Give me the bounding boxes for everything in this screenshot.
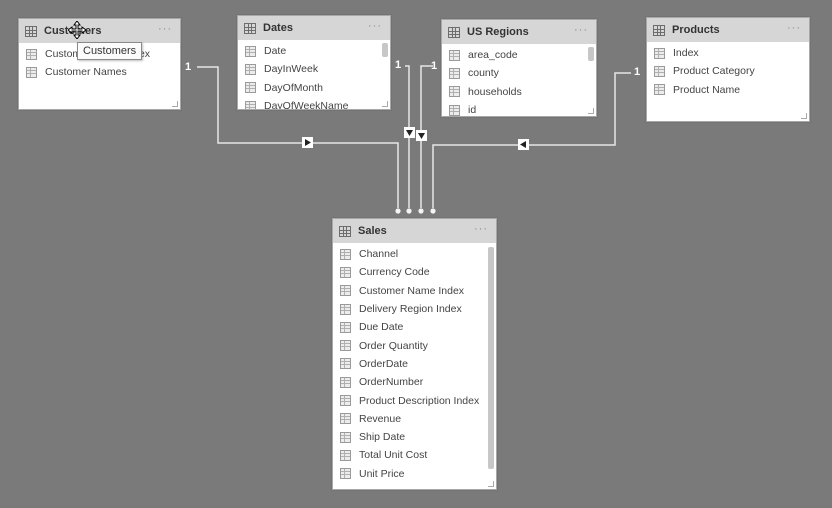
field-item[interactable]: Ship Date <box>333 428 496 446</box>
many-endpoint-dates <box>406 208 412 214</box>
table-icon <box>448 26 460 38</box>
many-endpoint-customers <box>395 208 401 214</box>
table-header[interactable]: Sales ··· <box>333 219 496 243</box>
more-options-button[interactable]: ··· <box>158 23 172 35</box>
column-icon <box>449 67 460 79</box>
table-card-us-regions[interactable]: US Regions ··· area_code county househol… <box>441 19 597 117</box>
resize-handle[interactable] <box>382 101 388 107</box>
column-icon <box>26 66 37 78</box>
field-item[interactable]: Date <box>238 42 390 60</box>
cardinality-one-label: 1 <box>634 66 641 78</box>
column-icon <box>340 395 351 407</box>
column-icon <box>449 49 460 61</box>
field-item[interactable]: Delivery Region Index <box>333 300 496 318</box>
table-card-dates[interactable]: Dates ··· Date DayInWeek DayOfMonth DayO… <box>237 15 391 110</box>
cardinality-one-label: 1 <box>431 60 438 72</box>
column-icon <box>449 86 460 98</box>
table-icon <box>653 24 665 36</box>
table-card-customers[interactable]: Customers ··· Customer Name Index Custom… <box>18 18 181 110</box>
column-icon <box>654 65 665 77</box>
scrollbar[interactable] <box>382 43 388 57</box>
more-options-button[interactable]: ··· <box>474 223 488 235</box>
field-item[interactable]: Unit Price <box>333 465 496 483</box>
filter-direction-down-icon <box>416 130 427 141</box>
field-item[interactable]: Product Name <box>647 81 809 99</box>
field-item[interactable]: Channel <box>333 245 496 263</box>
field-item[interactable]: county <box>442 64 596 82</box>
table-card-sales[interactable]: Sales ··· Channel Currency Code Customer… <box>332 218 497 490</box>
field-item[interactable]: Customer Names <box>19 63 180 81</box>
field-item[interactable]: OrderDate <box>333 355 496 373</box>
column-icon <box>340 303 351 315</box>
cardinality-one-label: 1 <box>395 59 402 71</box>
field-item[interactable]: DayOfMonth <box>238 79 390 97</box>
many-endpoint-usregions <box>418 208 424 214</box>
column-icon <box>340 266 351 278</box>
column-icon <box>26 48 37 60</box>
resize-handle[interactable] <box>588 108 594 114</box>
field-item[interactable]: Order Quantity <box>333 336 496 354</box>
more-options-button[interactable]: ··· <box>368 20 382 32</box>
field-item[interactable]: Total Unit Cost <box>333 446 496 464</box>
column-icon <box>340 413 351 425</box>
column-icon <box>654 47 665 59</box>
table-icon <box>244 22 256 34</box>
table-icon <box>25 25 37 37</box>
column-icon <box>449 104 460 116</box>
table-header[interactable]: US Regions ··· <box>442 20 596 44</box>
field-item[interactable]: id <box>442 101 596 116</box>
table-title: Dates <box>263 22 293 34</box>
field-item[interactable]: area_code <box>442 46 596 64</box>
column-icon <box>340 340 351 352</box>
column-icon <box>340 431 351 443</box>
column-icon <box>245 63 256 75</box>
more-options-button[interactable]: ··· <box>787 22 801 34</box>
field-item[interactable]: Index <box>647 44 809 62</box>
column-icon <box>654 84 665 96</box>
column-icon <box>340 248 351 260</box>
field-item[interactable]: Currency Code <box>333 263 496 281</box>
table-title: US Regions <box>467 26 529 38</box>
filter-direction-left-icon <box>518 139 529 150</box>
field-item[interactable]: Due Date <box>333 318 496 336</box>
scrollbar[interactable] <box>588 47 594 61</box>
column-icon <box>340 358 351 370</box>
column-icon <box>340 376 351 388</box>
filter-direction-right-icon <box>302 137 313 148</box>
resize-handle[interactable] <box>172 101 178 107</box>
table-title: Products <box>672 24 720 36</box>
filter-direction-down-icon <box>404 127 415 138</box>
column-icon <box>245 45 256 57</box>
column-icon <box>340 468 351 480</box>
column-icon <box>245 100 256 109</box>
field-item[interactable]: DayInWeek <box>238 60 390 78</box>
column-icon <box>245 82 256 94</box>
resize-handle[interactable] <box>801 113 807 119</box>
resize-handle[interactable] <box>488 481 494 487</box>
column-icon <box>340 321 351 333</box>
field-item[interactable]: Revenue <box>333 410 496 428</box>
many-endpoint-products <box>430 208 436 214</box>
table-card-products[interactable]: Products ··· Index Product Category Prod… <box>646 17 810 122</box>
table-header[interactable]: Dates ··· <box>238 16 390 40</box>
table-icon <box>339 225 351 237</box>
more-options-button[interactable]: ··· <box>574 24 588 36</box>
column-icon <box>340 285 351 297</box>
table-tooltip: Customers <box>77 42 143 60</box>
field-item[interactable]: OrderNumber <box>333 373 496 391</box>
table-header[interactable]: Products ··· <box>647 18 809 42</box>
table-header[interactable]: Customers ··· <box>19 19 180 43</box>
field-item[interactable]: DayOfWeekName <box>238 97 390 109</box>
field-item[interactable]: Customer Name Index <box>333 282 496 300</box>
scrollbar[interactable] <box>488 247 494 469</box>
field-item[interactable]: Product Category <box>647 62 809 80</box>
table-title: Sales <box>358 225 387 237</box>
field-item[interactable]: Product Description Index <box>333 391 496 409</box>
column-icon <box>340 449 351 461</box>
cardinality-one-label: 1 <box>185 61 192 73</box>
field-item[interactable]: households <box>442 83 596 101</box>
move-cursor-icon <box>68 21 86 39</box>
